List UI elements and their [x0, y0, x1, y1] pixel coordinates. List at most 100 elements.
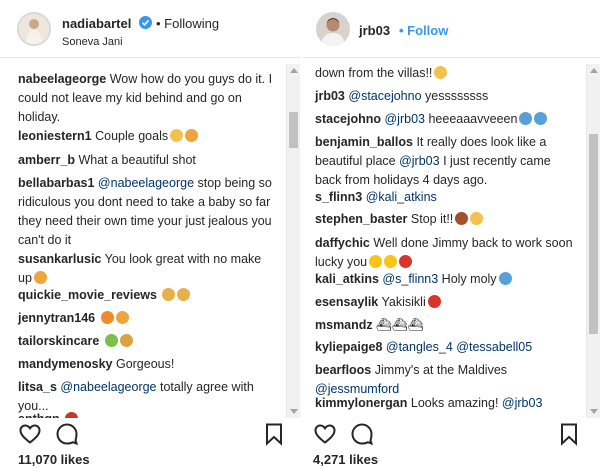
- mention-link[interactable]: @jrb03: [502, 396, 543, 410]
- comment-text: heeeaaavveeen: [424, 112, 518, 126]
- comment-text: yessssssss: [421, 89, 489, 103]
- comment-username[interactable]: mandymenosky: [18, 357, 112, 371]
- comment-username[interactable]: quickie_movie_reviews: [18, 288, 157, 302]
- comment-username[interactable]: kali_atkins: [315, 272, 379, 286]
- likes-count[interactable]: 11,070 likes: [18, 452, 90, 467]
- emoji-icon: [470, 212, 484, 225]
- emoji-icon: [170, 129, 184, 142]
- comment-username[interactable]: kyliepaige8: [315, 340, 382, 354]
- comment-text: Stop it!!: [410, 212, 454, 226]
- comment-username[interactable]: esensaylik: [315, 295, 378, 309]
- comment-username[interactable]: s_flinn3: [315, 190, 362, 204]
- mention-link[interactable]: @jrb03: [384, 112, 425, 126]
- heart-icon[interactable]: [313, 422, 337, 446]
- comment-username[interactable]: jennytran146: [18, 311, 95, 325]
- emoji-icon: [384, 255, 398, 268]
- emoji-icon: [434, 66, 448, 79]
- comment-username[interactable]: jrb03: [315, 89, 345, 103]
- username[interactable]: jrb03: [359, 23, 390, 38]
- comment: stephen_baster Stop it!!: [315, 210, 578, 229]
- emoji-icon: [455, 212, 469, 225]
- comment-username[interactable]: benjamin_ballos: [315, 135, 413, 149]
- likes-count[interactable]: 4,271 likes: [313, 452, 378, 467]
- mention-link[interactable]: @s_flinn3: [382, 272, 438, 286]
- comment: down from the villas!!: [315, 64, 578, 83]
- heart-icon[interactable]: [18, 422, 42, 446]
- emoji-icon: [399, 255, 413, 268]
- mention-link[interactable]: @tangles_4: [386, 340, 453, 354]
- comment: msmandz ⛴⛴⛴: [315, 316, 578, 335]
- comment: susankarlusic You look great with no mak…: [18, 250, 278, 288]
- comment-text: Looks amazing!: [410, 396, 502, 410]
- scroll-up-arrow-icon[interactable]: [290, 68, 298, 73]
- comment-username[interactable]: litsa_s: [18, 380, 57, 394]
- scroll-down-arrow-icon[interactable]: [590, 409, 598, 414]
- comment: kyliepaige8 @tangles_4 @tessabell05: [315, 338, 578, 357]
- comment: tailorskincare: [18, 332, 278, 351]
- bookmark-icon[interactable]: [557, 422, 581, 446]
- comment-icon[interactable]: [55, 422, 79, 446]
- emoji-icon: [177, 288, 191, 301]
- follow-status[interactable]: • Following: [156, 16, 219, 31]
- comment: amberr_b What a beautiful shot: [18, 151, 278, 170]
- comment-username[interactable]: msmandz: [315, 318, 373, 332]
- bookmark-icon[interactable]: [262, 422, 286, 446]
- scroll-thumb[interactable]: [589, 134, 598, 334]
- emoji-icon: [369, 255, 383, 268]
- comment-username[interactable]: bearfloos: [315, 363, 371, 377]
- location[interactable]: Soneva Jani: [62, 36, 123, 48]
- comment-username[interactable]: bellabarbas1: [18, 176, 94, 190]
- post-panel-left: nadiabartel • Following Soneva Jani nabe…: [0, 0, 300, 468]
- comment-username[interactable]: tailorskincare: [18, 334, 99, 348]
- comment-username[interactable]: nabeelageorge: [18, 72, 106, 86]
- comment-text: Yakisikli: [381, 295, 426, 309]
- emoji-icon: [104, 334, 118, 347]
- comment-list: down from the villas!! jrb03 @stacejohno…: [303, 64, 586, 418]
- comment-icon[interactable]: [350, 422, 374, 446]
- mention-link[interactable]: @kali_atkins: [366, 190, 437, 204]
- scroll-thumb[interactable]: [289, 112, 298, 148]
- scroll-up-arrow-icon[interactable]: [590, 68, 598, 73]
- comment: jrb03 @stacejohno yessssssss: [315, 87, 578, 106]
- action-bar: 11,070 likes: [0, 418, 300, 468]
- emoji-icon: [119, 334, 133, 347]
- comment: kali_atkins @s_flinn3 Holy moly: [315, 270, 578, 289]
- avatar[interactable]: [316, 12, 350, 46]
- post-header: jrb03 • Follow: [303, 0, 600, 58]
- comment-username[interactable]: susankarlusic: [18, 252, 101, 266]
- comment-username[interactable]: stephen_baster: [315, 212, 407, 226]
- scrollbar[interactable]: [286, 64, 300, 418]
- emoji-icon: [33, 271, 47, 284]
- action-bar: 4,271 likes: [303, 418, 600, 468]
- scroll-down-arrow-icon[interactable]: [290, 409, 298, 414]
- comment-list: nabeelageorge Wow how do you guys do it.…: [0, 64, 286, 418]
- post-header: nadiabartel • Following Soneva Jani: [0, 0, 300, 58]
- comment: benjamin_ballos It really does look like…: [315, 133, 578, 190]
- mention-link[interactable]: @nabeelageorge: [98, 176, 194, 190]
- comment-username[interactable]: leoniestern1: [18, 129, 92, 143]
- verified-badge-icon: [139, 16, 152, 29]
- comment: kimmylonergan Looks amazing! @jrb03: [315, 394, 578, 413]
- comment-username[interactable]: stacejohno: [315, 112, 381, 126]
- comment: anthgn: [18, 410, 278, 418]
- emoji-icon: [185, 129, 199, 142]
- mention-link[interactable]: @jrb03: [399, 154, 440, 168]
- comment-username[interactable]: amberr_b: [18, 153, 75, 167]
- comment: bellabarbas1 @nabeelageorge stop being s…: [18, 174, 278, 250]
- avatar[interactable]: [17, 12, 51, 46]
- mention-link[interactable]: @nabeelageorge: [60, 380, 156, 394]
- comment: esensaylik Yakisikli: [315, 293, 578, 312]
- follow-button[interactable]: • Follow: [399, 23, 448, 38]
- comment-username[interactable]: daffychic: [315, 236, 370, 250]
- mention-link[interactable]: @tessabell05: [456, 340, 532, 354]
- emoji-icon: [115, 311, 129, 324]
- post-panel-right: jrb03 • Follow down from the villas!! jr…: [303, 0, 600, 468]
- comment-text: ⛴⛴⛴: [376, 318, 424, 332]
- comment: leoniestern1 Couple goals: [18, 127, 278, 146]
- comment-text: Couple goals: [95, 129, 169, 143]
- comment: stacejohno @jrb03 heeeaaavveeen: [315, 110, 578, 129]
- scrollbar[interactable]: [586, 64, 600, 418]
- username[interactable]: nadiabartel: [62, 16, 131, 31]
- mention-link[interactable]: @stacejohno: [348, 89, 421, 103]
- comment-username[interactable]: kimmylonergan: [315, 396, 407, 410]
